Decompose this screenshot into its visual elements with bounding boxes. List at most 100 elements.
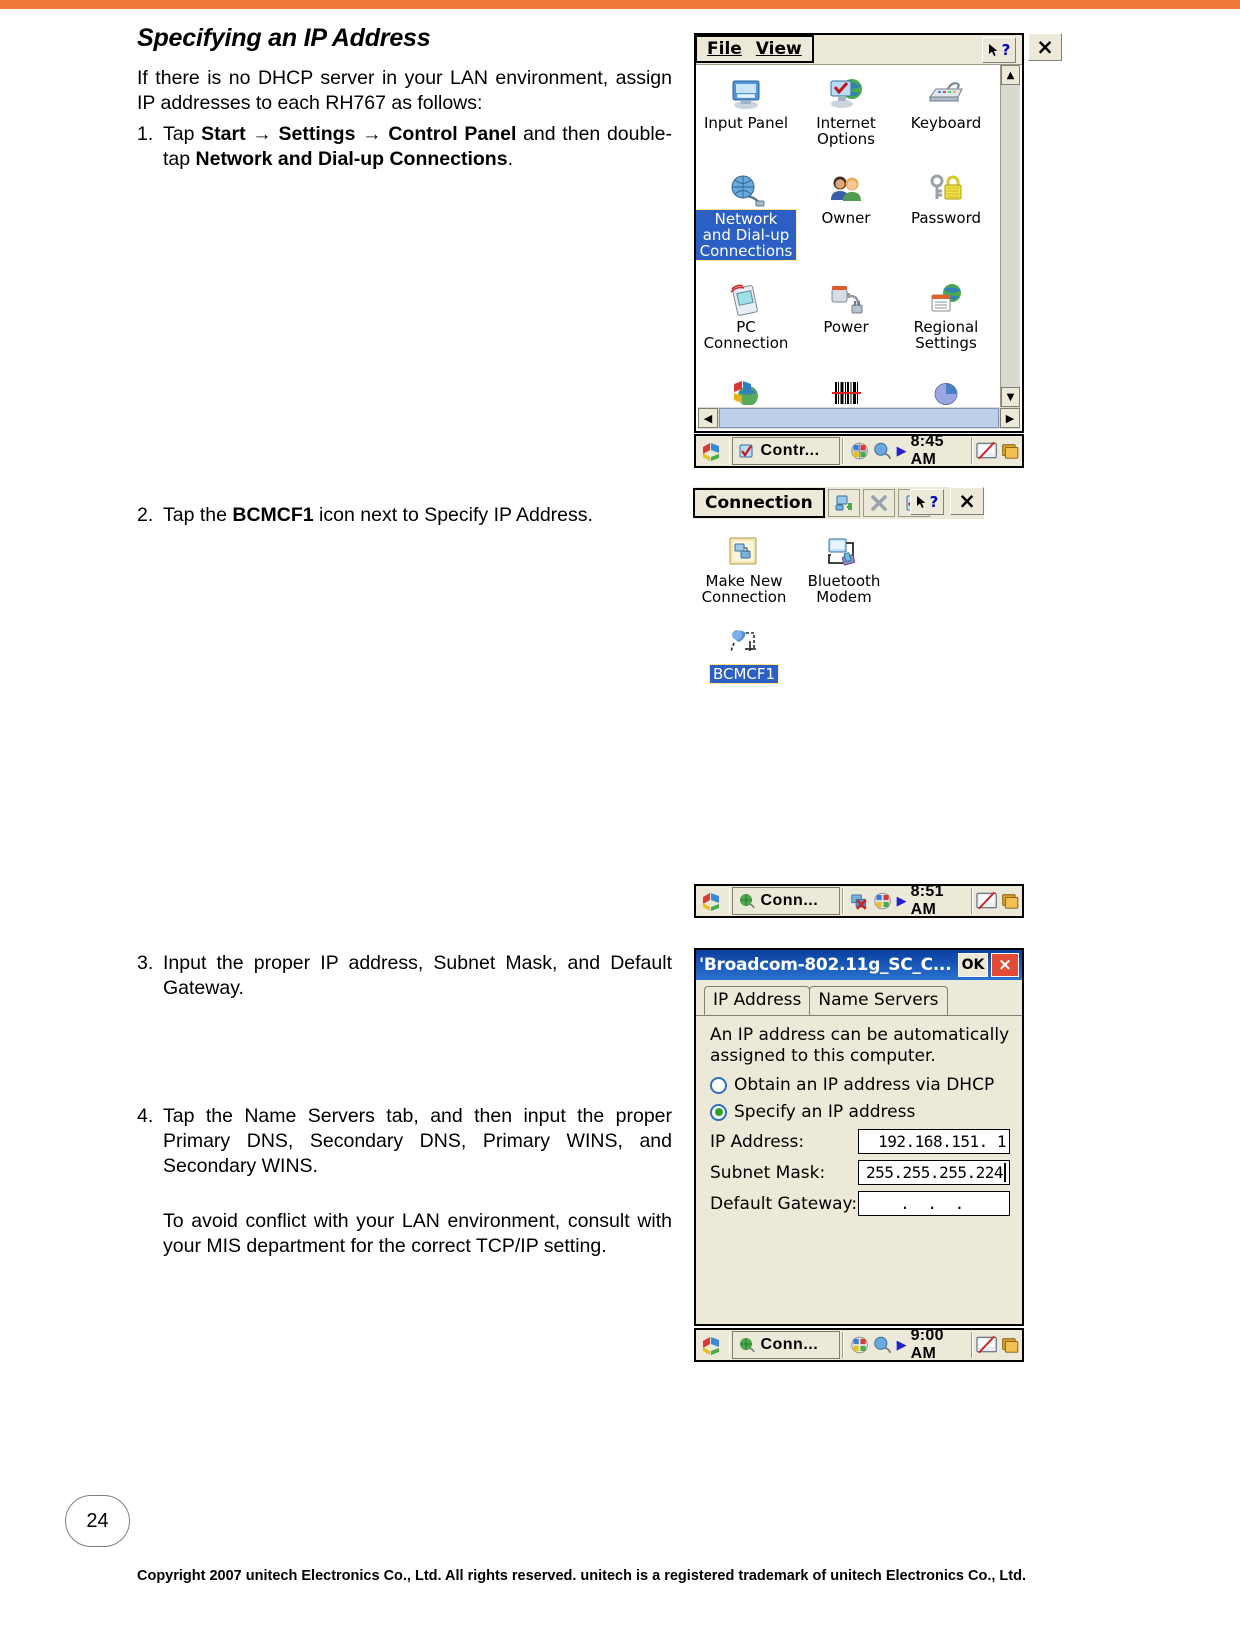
- ip-dialog-tabs: IP Address Name Servers: [696, 980, 1022, 1015]
- taskbar-task-button[interactable]: Conn...: [732, 1331, 841, 1359]
- taskbar-task-button[interactable]: Conn...: [732, 887, 841, 915]
- delete-icon[interactable]: [862, 489, 895, 517]
- input-panel-tray-icon[interactable]: [975, 890, 998, 912]
- radio-button-icon[interactable]: [710, 1076, 727, 1094]
- ok-button[interactable]: OK: [958, 953, 988, 977]
- taskbar-control-panel: Contr... ▶ 8:45 AM: [694, 433, 1024, 468]
- clock[interactable]: 8:45 AM: [911, 433, 966, 469]
- step-2: 2. Tap the BCMCF1 icon next to Specify I…: [137, 503, 672, 528]
- ip-dialog-body: IP Address Name Servers An IP address ca…: [696, 980, 1022, 1324]
- taskbar-divider-2: [842, 438, 845, 464]
- radio-obtain-dhcp[interactable]: Obtain an IP address via DHCP: [710, 1075, 1010, 1095]
- scroll-down-icon[interactable]: ▼: [1001, 387, 1020, 407]
- cp-item-storage[interactable]: Storage: [896, 362, 996, 405]
- page-number: 24: [65, 1495, 130, 1547]
- cp-item-remove[interactable]: Remove: [696, 362, 796, 405]
- default-gateway-input[interactable]: . . .: [858, 1191, 1010, 1216]
- conn-item-bluetooth-modem[interactable]: Bluetooth Modem: [794, 527, 894, 619]
- cp-item-keyboard[interactable]: Keyboard: [896, 69, 996, 161]
- cp-item-password[interactable]: Password: [896, 164, 996, 256]
- ip-address-input[interactable]: 192.168.151. 1: [858, 1129, 1010, 1154]
- connection-window: Connection ? × Make New Connection Bluet…: [693, 487, 984, 684]
- scroll-up-icon[interactable]: ▲: [1001, 65, 1020, 85]
- conn-item-bcmcf1[interactable]: BCMCF1: [694, 619, 794, 711]
- taskbar-divider: [728, 1332, 731, 1358]
- network-tray-icon: [851, 442, 869, 460]
- pc-connection-icon: [696, 279, 796, 317]
- taskbar-task-button[interactable]: Contr...: [732, 437, 841, 465]
- taskbar-task-label: Contr...: [760, 442, 820, 459]
- note-indent: [137, 1209, 163, 1259]
- step-1-number: 1.: [137, 123, 154, 145]
- control-panel-frame: File View ? Input Panel Internet Options…: [694, 33, 1024, 433]
- input-panel-tray-icon[interactable]: [975, 440, 998, 462]
- step-3-text: Input the proper IP address, Subnet Mask…: [163, 952, 672, 999]
- bcmcf1-adapter-icon: [694, 625, 794, 663]
- start-button[interactable]: [698, 437, 727, 465]
- keyboard-icon: [896, 75, 996, 113]
- start-button[interactable]: [698, 1331, 727, 1359]
- desktop-tray-icon[interactable]: [1000, 440, 1020, 462]
- tab-name-servers[interactable]: Name Servers: [809, 986, 948, 1015]
- cp-label: Power: [823, 318, 869, 336]
- control-panel-task-icon: [739, 444, 753, 458]
- field-label: IP Address:: [710, 1131, 805, 1152]
- cp-label: Input Panel: [703, 114, 789, 132]
- conn-item-make-new-connection[interactable]: Make New Connection: [694, 527, 794, 619]
- cp-item-internet-options[interactable]: Internet Options: [796, 69, 896, 161]
- system-tray: ▶ 8:51 AM: [846, 883, 969, 918]
- cp-item-pc-connection[interactable]: PC Connection: [696, 267, 796, 359]
- cp-item-power[interactable]: Power: [796, 267, 896, 359]
- menu-file[interactable]: File: [707, 39, 742, 59]
- field-label: Default Gateway:: [710, 1193, 858, 1214]
- password-icon: [896, 170, 996, 208]
- scroll-thumb[interactable]: [719, 408, 999, 428]
- ip-address-dialog: 'Broadcom-802.11g_SC_C... OK × IP Addres…: [694, 948, 1024, 1326]
- desktop-tray-icon[interactable]: [1000, 1334, 1020, 1356]
- taskbar-divider: [728, 438, 731, 464]
- field-ip-address: IP Address: 192.168.151. 1: [710, 1129, 1010, 1154]
- cp-label: Owner: [821, 209, 871, 227]
- radio-button-selected-icon[interactable]: [710, 1103, 727, 1121]
- tab-ip-address[interactable]: IP Address: [704, 986, 811, 1015]
- step-1-text: Tap Start → Settings → Control Panel and…: [163, 123, 673, 170]
- scanner-icon: [796, 372, 896, 405]
- start-button[interactable]: [698, 887, 727, 915]
- page-accent-bar: [0, 0, 1240, 9]
- make-new-connection-icon: [694, 533, 794, 571]
- help-cursor-icon[interactable]: ?: [982, 37, 1016, 63]
- cp-item-scanner[interactable]: Scanner: [796, 362, 896, 405]
- clock[interactable]: 8:51 AM: [911, 883, 966, 919]
- control-panel-vertical-scrollbar[interactable]: ▲ ▼: [1000, 65, 1020, 407]
- tray-expand-icon[interactable]: ▶: [897, 893, 907, 909]
- scroll-left-icon[interactable]: ◀: [698, 408, 718, 428]
- cp-item-owner[interactable]: Owner: [796, 164, 896, 256]
- clock[interactable]: 9:00 AM: [911, 1327, 966, 1363]
- input-panel-icon: [696, 75, 796, 113]
- network-disconnected-tray-icon: [851, 894, 867, 910]
- system-tray: ▶ 8:45 AM: [846, 433, 969, 468]
- cp-item-input-panel[interactable]: Input Panel: [696, 69, 796, 161]
- step-3: 3. Input the proper IP address, Subnet M…: [137, 951, 672, 1001]
- conn-label: Bluetooth Modem: [807, 572, 881, 606]
- subnet-mask-input[interactable]: 255.255.255.224: [858, 1160, 1010, 1185]
- control-panel-close-button[interactable]: ×: [1028, 33, 1062, 61]
- ip-dialog-close-button[interactable]: ×: [991, 953, 1019, 977]
- tray-expand-icon[interactable]: ▶: [897, 443, 907, 459]
- cp-item-regional-settings[interactable]: Regional Settings: [896, 267, 996, 359]
- regional-settings-icon: [896, 279, 996, 317]
- input-panel-tray-icon[interactable]: [975, 1334, 998, 1356]
- new-connection-icon[interactable]: [827, 489, 860, 517]
- cp-item-network-dialup[interactable]: Network and Dial-up Connections: [696, 164, 797, 264]
- desktop-tray-icon[interactable]: [1000, 890, 1020, 912]
- control-panel-horizontal-scrollbar[interactable]: ◀ ▶: [698, 407, 1020, 429]
- tray-expand-icon[interactable]: ▶: [897, 1337, 907, 1353]
- menu-view[interactable]: View: [756, 39, 802, 59]
- ip-address-tabpane: An IP address can be automatically assig…: [696, 1015, 1022, 1216]
- control-panel-menubar: File View ?: [695, 35, 1022, 65]
- connection-close-button[interactable]: ×: [950, 487, 984, 515]
- help-cursor-icon[interactable]: ?: [910, 489, 944, 515]
- scroll-right-icon[interactable]: ▶: [1000, 408, 1020, 428]
- radio-specify-ip[interactable]: Specify an IP address: [710, 1102, 1010, 1122]
- step-4-note: To avoid conflict with your LAN environm…: [137, 1209, 672, 1259]
